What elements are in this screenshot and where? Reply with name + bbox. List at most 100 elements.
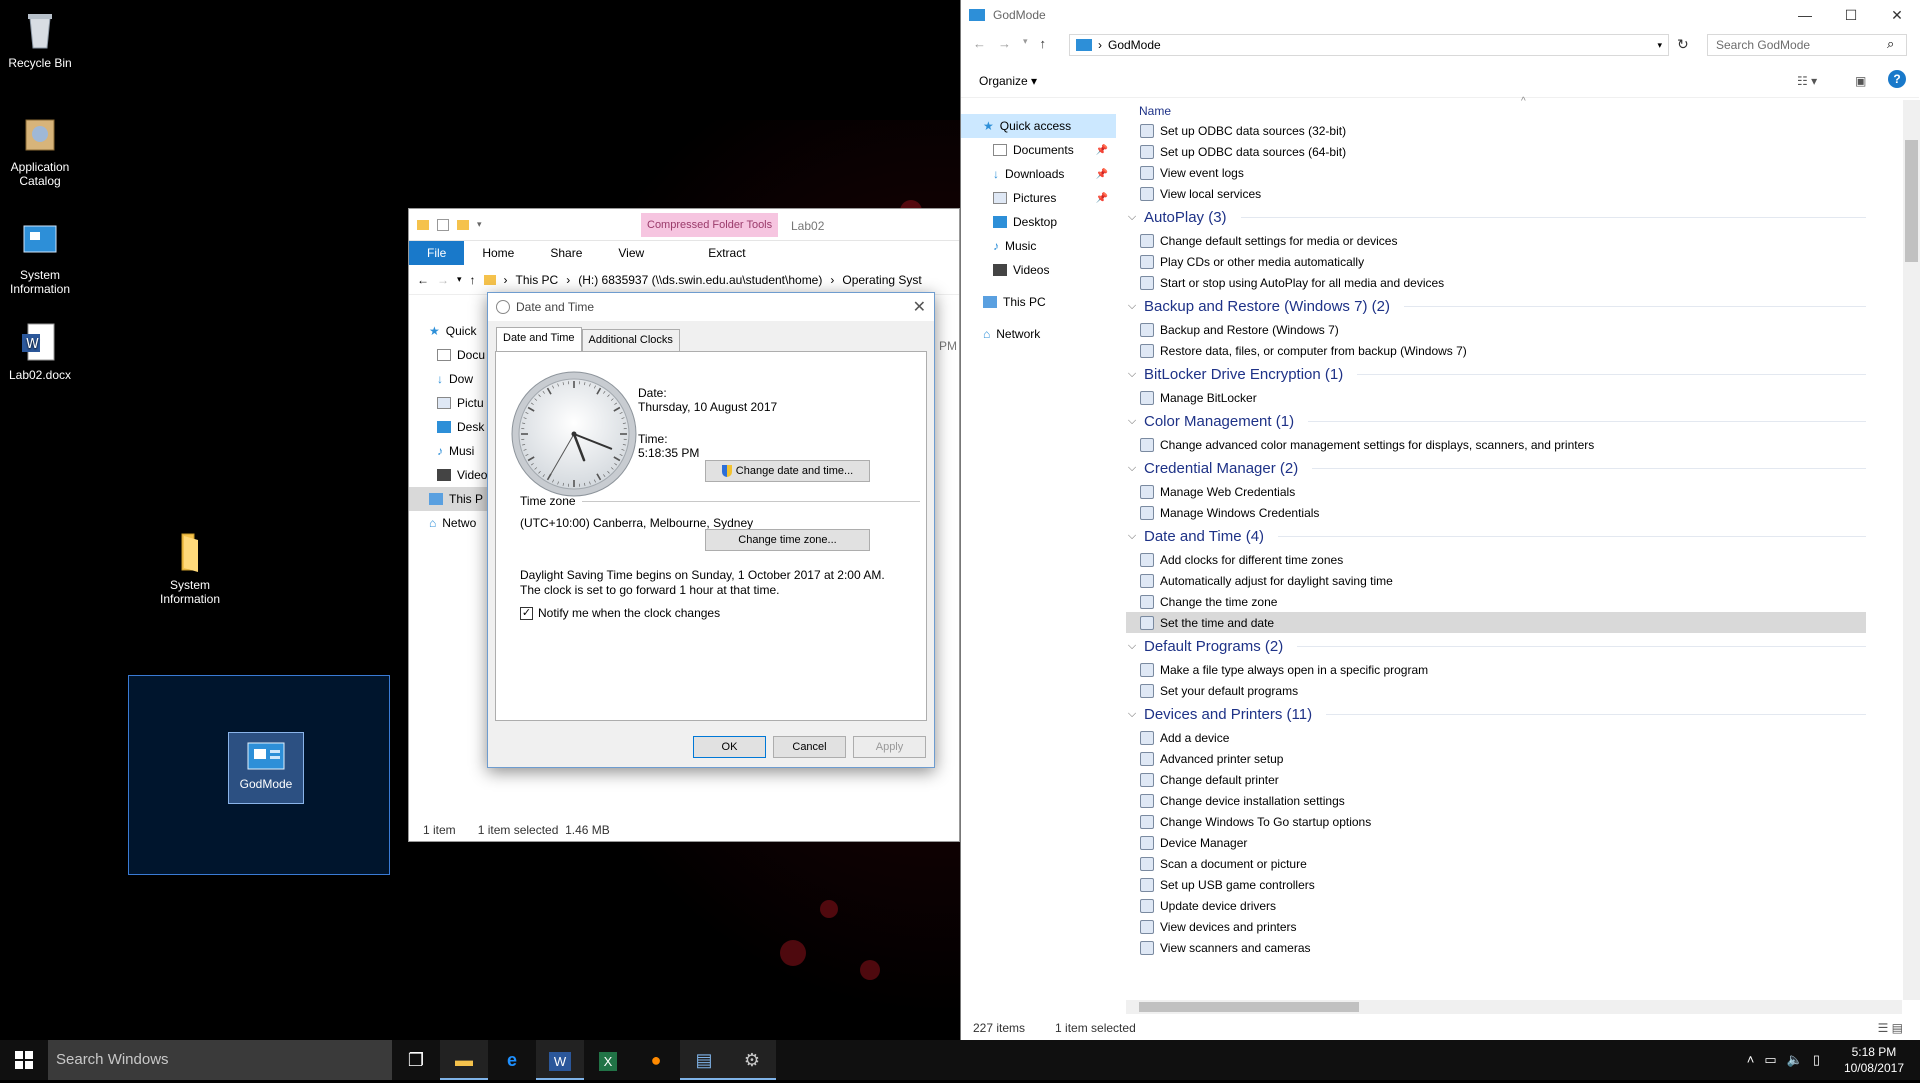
list-item[interactable]: View local services	[1126, 183, 1866, 204]
list-item[interactable]: Change default printer	[1126, 769, 1866, 790]
list-item[interactable]: Manage Web Credentials	[1126, 481, 1866, 502]
organize-button[interactable]: Organize ▾	[979, 74, 1037, 88]
edge-icon[interactable]: e	[488, 1040, 536, 1080]
chevron-down-icon[interactable]: ⌵	[1126, 530, 1138, 543]
list-item[interactable]: Advanced printer setup	[1126, 748, 1866, 769]
chevron-up-icon[interactable]: ˄	[1747, 1040, 1755, 1080]
godmode-address-bar[interactable]: › GodMode ▾	[1069, 34, 1669, 56]
taskbar-clock[interactable]: 5:18 PM 10/08/2017	[1844, 1044, 1904, 1076]
notify-checkbox-row[interactable]: ✓ Notify me when the clock changes	[520, 606, 720, 620]
settings-icon[interactable]: ⚙	[728, 1040, 776, 1080]
list-item[interactable]: Add a device	[1126, 727, 1866, 748]
nav-quick-access[interactable]: ★Quick	[429, 319, 489, 343]
chevron-down-icon[interactable]: ▾	[477, 219, 482, 230]
nav-desktop[interactable]: Desk	[429, 415, 489, 439]
nav-this-pc[interactable]: This PC	[961, 290, 1116, 314]
forward-arrow-icon[interactable]: →	[437, 273, 449, 287]
task-view-icon[interactable]: ❐	[392, 1040, 440, 1080]
chevron-down-icon[interactable]: ▾	[1023, 36, 1028, 51]
minimize-icon[interactable]: —	[1782, 0, 1828, 30]
volume-icon[interactable]: 🔈	[1787, 1040, 1803, 1080]
list-item[interactable]: Change the time zone	[1126, 591, 1866, 612]
godmode-search-input[interactable]: Search GodMode	[1707, 34, 1907, 56]
change-time-zone-button[interactable]: Change time zone...	[705, 529, 870, 551]
group-header[interactable]: ⌵Color Management (1)	[1126, 408, 1866, 434]
properties-icon[interactable]	[437, 219, 449, 231]
tab-home[interactable]: Home	[464, 241, 532, 265]
chevron-down-icon[interactable]: ▾	[1657, 40, 1662, 51]
new-folder-icon[interactable]	[457, 220, 469, 230]
list-item[interactable]: Set the time and date	[1126, 612, 1866, 633]
nav-pictures[interactable]: Pictures📌	[961, 186, 1116, 210]
tab-view[interactable]: View	[600, 241, 662, 265]
desktop-icon-system-information[interactable]: System Information	[0, 220, 80, 296]
group-header[interactable]: ⌵Backup and Restore (Windows 7) (2)	[1126, 293, 1866, 319]
pin-icon[interactable]: 📌	[1096, 193, 1108, 204]
list-item[interactable]: Scan a document or picture	[1126, 853, 1866, 874]
change-date-time-button[interactable]: Change date and time...	[705, 460, 870, 482]
nav-downloads[interactable]: ↓Dow	[429, 367, 489, 391]
list-item[interactable]: Set up USB game controllers	[1126, 874, 1866, 895]
chevron-down-icon[interactable]: ⌵	[1126, 708, 1138, 721]
chevron-down-icon[interactable]: ⌵	[1126, 462, 1138, 475]
vertical-scrollbar-thumb[interactable]	[1905, 140, 1918, 262]
desktop-icon-lab02-docx[interactable]: W Lab02.docx	[0, 320, 80, 382]
chevron-down-icon[interactable]: ⌵	[1126, 415, 1138, 428]
firefox-icon[interactable]: ●	[632, 1040, 680, 1080]
nav-this-pc[interactable]: This P	[409, 487, 489, 511]
group-header[interactable]: ⌵BitLocker Drive Encryption (1)	[1126, 361, 1866, 387]
up-arrow-icon[interactable]: ↑	[470, 273, 476, 287]
up-arrow-icon[interactable]: ↑	[1040, 36, 1047, 51]
chevron-down-icon[interactable]: ▾	[457, 274, 462, 285]
list-item[interactable]: Start or stop using AutoPlay for all med…	[1126, 272, 1866, 293]
chevron-down-icon[interactable]: ⌵	[1126, 640, 1138, 653]
maximize-icon[interactable]: ☐	[1828, 0, 1874, 30]
forward-arrow-icon[interactable]: →	[998, 36, 1011, 51]
view-options-icon[interactable]: ☷ ▾	[1797, 74, 1817, 88]
excel-icon[interactable]: X	[584, 1040, 632, 1080]
nav-pictures[interactable]: Pictu	[429, 391, 489, 415]
desktop-icon-godmode[interactable]: GodMode	[228, 732, 304, 804]
refresh-icon[interactable]: ↻	[1677, 36, 1689, 53]
tab-date-and-time[interactable]: Date and Time	[496, 327, 582, 351]
preview-pane-icon[interactable]: ▣	[1855, 74, 1866, 88]
nav-downloads[interactable]: ↓Downloads📌	[961, 162, 1116, 186]
help-icon[interactable]: ?	[1888, 70, 1906, 88]
list-item[interactable]: View scanners and cameras	[1126, 937, 1866, 958]
list-item[interactable]: Change advanced color management setting…	[1126, 434, 1866, 455]
tab-share[interactable]: Share	[532, 241, 600, 265]
nav-quick-access[interactable]: ★Quick access	[961, 114, 1116, 138]
breadcrumb-this-pc[interactable]: This PC	[516, 273, 559, 287]
group-header[interactable]: ⌵AutoPlay (3)	[1126, 204, 1866, 230]
file-explorer-icon[interactable]: ▬	[440, 1040, 488, 1080]
nav-videos[interactable]: Videos	[961, 258, 1116, 282]
desktop-icon-system-information-folder[interactable]: System Information	[150, 530, 230, 606]
list-item[interactable]: Set up ODBC data sources (32-bit)	[1126, 120, 1866, 141]
control-panel-icon[interactable]: ▤	[680, 1040, 728, 1080]
list-item[interactable]: Device Manager	[1126, 832, 1866, 853]
list-item[interactable]: Change device installation settings	[1126, 790, 1866, 811]
list-item[interactable]: Play CDs or other media automatically	[1126, 251, 1866, 272]
word-icon[interactable]: W	[536, 1040, 584, 1080]
nav-videos[interactable]: Video	[429, 463, 489, 487]
notify-checkbox[interactable]: ✓	[520, 607, 533, 620]
group-header[interactable]: ⌵Devices and Printers (11)	[1126, 701, 1866, 727]
details-view-icon[interactable]: ☰ ▤	[1878, 1021, 1903, 1035]
compressed-folder-tools-tab[interactable]: Compressed Folder Tools	[641, 213, 778, 237]
nav-documents[interactable]: Documents📌	[961, 138, 1116, 162]
horizontal-scrollbar-thumb[interactable]	[1139, 1002, 1359, 1012]
list-item[interactable]: Set up ODBC data sources (64-bit)	[1126, 141, 1866, 162]
nav-network[interactable]: ⌂Network	[961, 322, 1116, 346]
list-item[interactable]: Change default settings for media or dev…	[1126, 230, 1866, 251]
chevron-down-icon[interactable]: ⌵	[1126, 300, 1138, 313]
list-item[interactable]: Set your default programs	[1126, 680, 1866, 701]
close-icon[interactable]: ✕	[913, 297, 926, 317]
network-status-icon[interactable]: ▭	[1764, 1040, 1776, 1080]
list-item[interactable]: Automatically adjust for daylight saving…	[1126, 570, 1866, 591]
ok-button[interactable]: OK	[693, 736, 766, 758]
nav-music[interactable]: ♪Music	[961, 234, 1116, 258]
nav-documents[interactable]: Docu	[429, 343, 489, 367]
desktop-icon-recycle-bin[interactable]: Recycle Bin	[0, 8, 80, 70]
nav-network[interactable]: ⌂Netwo	[429, 511, 489, 535]
list-item[interactable]: Change Windows To Go startup options	[1126, 811, 1866, 832]
